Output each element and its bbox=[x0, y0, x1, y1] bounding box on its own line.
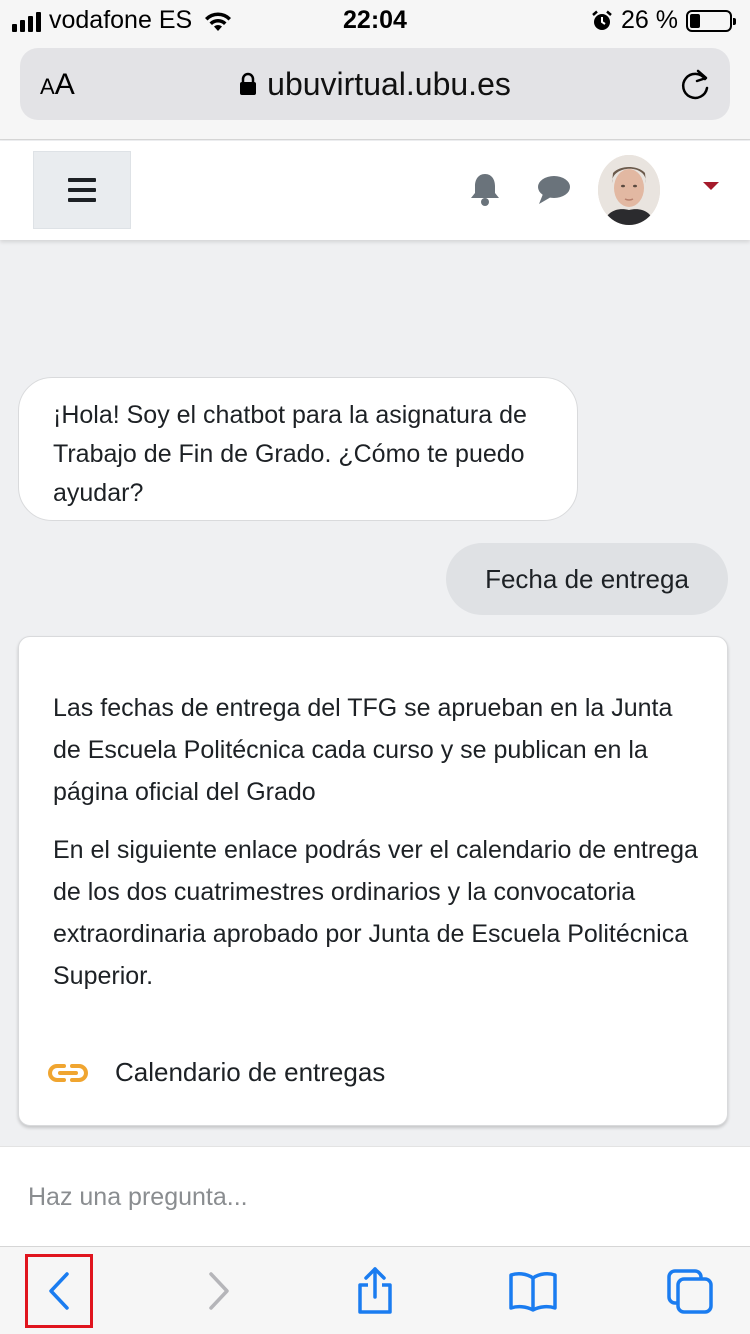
link-icon bbox=[48, 1063, 88, 1082]
status-right: 26 % bbox=[591, 6, 736, 35]
forward-button[interactable] bbox=[185, 1247, 253, 1334]
forward-icon bbox=[209, 1272, 229, 1310]
answer-paragraph-2: En el siguiente enlace podrás ver el cal… bbox=[53, 836, 698, 990]
status-bar: vodafone ES 22:04 26 % bbox=[0, 0, 750, 40]
user-message-bubble: Fecha de entrega bbox=[446, 543, 728, 615]
question-input[interactable] bbox=[28, 1177, 728, 1217]
hamburger-menu-icon[interactable] bbox=[33, 151, 131, 229]
battery-fill bbox=[690, 13, 700, 28]
question-input-bar bbox=[0, 1146, 750, 1246]
bookmarks-icon bbox=[509, 1272, 557, 1312]
tabs-button[interactable] bbox=[654, 1247, 726, 1334]
browser-address-area: AA ubuvirtual.ubu.es bbox=[0, 40, 750, 140]
site-header bbox=[0, 141, 750, 240]
avatar[interactable] bbox=[598, 155, 660, 225]
alarm-icon bbox=[592, 10, 612, 30]
battery-icon bbox=[686, 9, 736, 32]
bookmarks-button[interactable] bbox=[497, 1247, 569, 1334]
tabs-icon bbox=[667, 1269, 713, 1314]
dropdown-caret-icon[interactable] bbox=[703, 182, 719, 190]
reload-icon[interactable] bbox=[678, 66, 712, 102]
battery-percent: 26 % bbox=[621, 6, 678, 34]
calendar-link[interactable]: Calendario de entregas bbox=[47, 1057, 385, 1088]
calendar-link-label: Calendario de entregas bbox=[115, 1057, 386, 1087]
chat-icon[interactable] bbox=[536, 174, 572, 206]
browser-toolbar bbox=[0, 1246, 750, 1334]
share-button[interactable] bbox=[340, 1247, 410, 1334]
address-bar[interactable]: AA ubuvirtual.ubu.es bbox=[20, 48, 730, 120]
answer-paragraph-1: Las fechas de entrega del TFG se aprueba… bbox=[53, 694, 673, 806]
bell-icon[interactable] bbox=[468, 171, 502, 207]
back-button-highlight bbox=[25, 1254, 93, 1328]
share-icon bbox=[358, 1267, 392, 1314]
url-text: ubuvirtual.ubu.es bbox=[267, 66, 511, 102]
bot-answer-card: Las fechas de entrega del TFG se aprueba… bbox=[18, 636, 728, 1126]
url-display[interactable]: ubuvirtual.ubu.es bbox=[20, 66, 730, 103]
bot-greeting-bubble: ¡Hola! Soy el chatbot para la asignatura… bbox=[18, 377, 578, 521]
lock-icon bbox=[240, 72, 257, 95]
